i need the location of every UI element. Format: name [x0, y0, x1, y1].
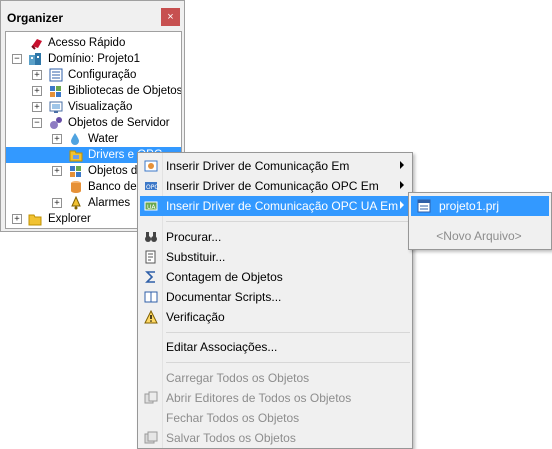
save-all-icon	[144, 431, 158, 444]
tree-item-label: Objetos de Servidor	[68, 117, 170, 129]
tree-item-water[interactable]: + Water	[6, 131, 181, 147]
menu-item-documentar[interactable]: Documentar Scripts...	[140, 287, 410, 307]
tree-item-label: Alarmes	[88, 197, 131, 209]
menu-item-label: Substituir...	[166, 250, 226, 264]
opc-ua-icon: UA	[144, 201, 158, 211]
database-icon	[71, 181, 81, 193]
tree-item-label: Domínio: Projeto1	[48, 53, 141, 65]
submenu-item-project-file[interactable]: projeto1.prj	[411, 196, 549, 216]
menu-item-contagem[interactable]: Contagem de Objetos	[140, 267, 410, 287]
menu-separator	[166, 332, 410, 333]
objects-icon	[70, 166, 81, 177]
drivers-folder-icon	[69, 150, 83, 162]
menu-item-label: Carregar Todos os Objetos	[166, 371, 310, 385]
close-button[interactable]: ×	[161, 8, 180, 26]
server-objects-icon	[50, 117, 62, 129]
expand-toggle[interactable]: +	[52, 166, 62, 176]
menu-item-verificacao[interactable]: Verificação	[140, 307, 410, 327]
expand-toggle[interactable]: +	[32, 70, 42, 80]
menu-item-label: Salvar Todos os Objetos	[166, 431, 296, 445]
submenu-item-label: projeto1.prj	[439, 199, 500, 213]
tree-item-label: Explorer	[48, 213, 91, 225]
submenu-arrow-icon	[400, 161, 404, 169]
svg-text:OPC: OPC	[146, 184, 158, 191]
submenu-item-new-file[interactable]: <Novo Arquivo>	[409, 229, 549, 243]
config-icon	[49, 68, 63, 82]
menu-item-substituir[interactable]: Substituir...	[140, 247, 410, 267]
expand-toggle[interactable]: +	[52, 134, 62, 144]
svg-text:UA: UA	[147, 204, 156, 211]
menu-item-label: Procurar...	[166, 230, 222, 244]
menu-item-label: Fechar Todos os Objetos	[166, 411, 300, 425]
tree-item-label: Acesso Rápido	[48, 37, 126, 49]
visualization-icon	[49, 101, 63, 113]
explorer-folder-icon	[28, 214, 42, 226]
menu-item-procurar[interactable]: Procurar...	[140, 227, 410, 247]
menu-item-label: Inserir Driver de Comunicação Em	[166, 159, 350, 173]
menu-item-label: Verificação	[166, 310, 225, 324]
menu-item-label: Inserir Driver de Comunicação OPC UA Em	[166, 199, 399, 213]
opc-icon: OPC	[145, 182, 158, 191]
menu-item-label: Inserir Driver de Comunicação OPC Em	[166, 179, 379, 193]
menu-item-label: Editar Associações...	[166, 340, 278, 354]
quick-access-icon	[31, 39, 42, 50]
menu-item-abrir-editores[interactable]: Abrir Editores de Todos os Objetos	[140, 388, 410, 408]
book-icon	[144, 291, 158, 303]
tree-item-objetos-servidor[interactable]: − Objetos de Servidor	[6, 115, 181, 131]
expand-toggle[interactable]: +	[52, 198, 62, 208]
menu-item-fechar-todos[interactable]: Fechar Todos os Objetos	[140, 408, 410, 428]
menu-item-label: Contagem de Objetos	[166, 270, 283, 284]
menu-separator	[166, 221, 410, 222]
tree-item-bibliotecas[interactable]: + Bibliotecas de Objetos	[6, 83, 181, 99]
submenu-arrow-icon	[400, 201, 404, 209]
submenu-opc-ua: projeto1.prj <Novo Arquivo>	[408, 192, 552, 250]
expand-toggle[interactable]: +	[32, 102, 42, 112]
menu-item-label: Abrir Editores de Todos os Objetos	[166, 391, 352, 405]
tree-item-dominio[interactable]: − Domínio: Projeto1	[6, 51, 181, 67]
menu-item-insert-driver[interactable]: Inserir Driver de Comunicação Em	[140, 156, 410, 176]
menu-separator	[166, 362, 410, 363]
water-icon	[71, 133, 79, 145]
menu-item-insert-opc[interactable]: OPC Inserir Driver de Comunicação OPC Em	[140, 176, 410, 196]
menu-item-salvar-todos[interactable]: Salvar Todos os Objetos	[140, 428, 410, 448]
replace-icon	[145, 250, 156, 264]
tree-item-label: Bibliotecas de Objetos	[68, 85, 182, 97]
menu-item-carregar-todos[interactable]: Carregar Todos os Objetos	[140, 368, 410, 388]
organizer-title: Organizer	[7, 11, 64, 25]
tree-item-label: Visualização	[68, 101, 133, 113]
project-file-icon	[417, 199, 431, 213]
tree-item-label: Objetos de	[88, 165, 144, 177]
expand-toggle[interactable]: +	[32, 86, 42, 96]
submenu-arrow-icon	[400, 181, 404, 189]
alarms-icon	[71, 196, 81, 210]
tree-item-visualizacao[interactable]: + Visualização	[6, 99, 181, 115]
expand-toggle[interactable]: +	[12, 214, 22, 224]
open-editors-icon	[144, 391, 158, 404]
tree-item-acesso-rapido[interactable]: Acesso Rápido	[6, 35, 181, 51]
warning-icon	[144, 310, 158, 324]
menu-item-insert-opc-ua[interactable]: UA Inserir Driver de Comunicação OPC UA …	[140, 196, 410, 216]
sigma-icon	[145, 271, 155, 283]
tree-item-label: Configuração	[68, 69, 137, 81]
collapse-toggle[interactable]: −	[12, 54, 22, 64]
menu-item-editar-associacoes[interactable]: Editar Associações...	[140, 337, 410, 357]
libraries-icon	[50, 86, 61, 97]
collapse-toggle[interactable]: −	[32, 118, 42, 128]
menu-item-label: Documentar Scripts...	[166, 290, 282, 304]
context-menu: Inserir Driver de Comunicação Em OPC Ins…	[137, 152, 413, 449]
domain-icon	[29, 53, 41, 65]
driver-icon	[144, 160, 158, 172]
tree-item-label: Water	[88, 133, 119, 145]
binoculars-icon	[145, 232, 157, 242]
tree-item-configuracao[interactable]: + Configuração	[6, 67, 181, 83]
